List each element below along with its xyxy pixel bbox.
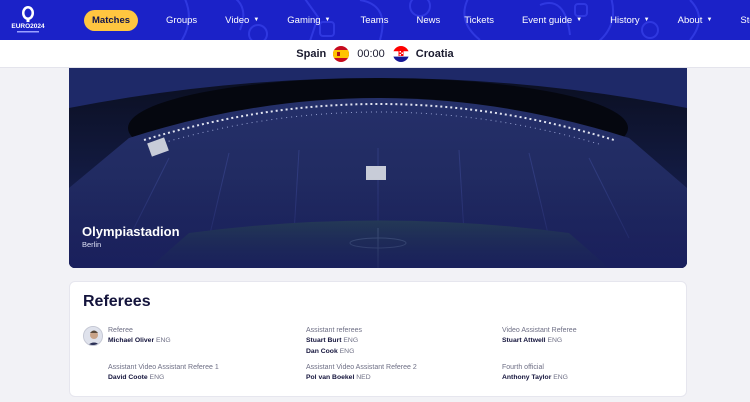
person-nationality: ENG xyxy=(155,337,171,344)
match-time: 00:00 xyxy=(357,48,385,60)
person-nationality: ENG xyxy=(553,374,568,381)
referee-person[interactable]: Michael Oliver ENG xyxy=(108,335,171,346)
nav-item-label: Teams xyxy=(360,14,389,26)
person-name: Michael Oliver xyxy=(108,337,155,344)
person-name: Pol van Boekel xyxy=(306,374,355,381)
chevron-down-icon: ▼ xyxy=(324,17,331,23)
stadium-city: Berlin xyxy=(82,240,102,249)
fourth-official-block: Fourth official Anthony Taylor ENG xyxy=(502,363,568,383)
spain-flag-icon xyxy=(333,46,350,62)
chevron-down-icon: ▼ xyxy=(706,17,713,23)
chevron-down-icon: ▼ xyxy=(253,17,260,23)
home-team-name[interactable]: Spain xyxy=(296,48,326,60)
person-nationality: NED xyxy=(356,374,371,381)
person-nationality: ENG xyxy=(339,348,355,355)
person-name: Stuart Burt xyxy=(306,337,342,344)
nav-item-label: Gaming xyxy=(287,14,321,26)
top-navigation: EURO2024 Matches Groups Video ▼ Gaming ▼ Teams… xyxy=(0,0,750,40)
nav-item-label: Video xyxy=(225,14,250,26)
referee-block: Referee Michael Oliver ENG xyxy=(108,326,171,346)
person-name: Stuart Attwell xyxy=(502,337,546,344)
nav-item-label: Event guide xyxy=(521,14,573,26)
nav-item-event-guide[interactable]: Event guide ▼ xyxy=(522,15,582,26)
logo-text: EURO2024 xyxy=(11,23,45,30)
fourth-official-role: Fourth official xyxy=(502,364,544,371)
nav-item-label: News xyxy=(416,14,441,26)
assistant-referees-block: Assistant referees Stuart Burt ENG Dan C… xyxy=(306,326,362,357)
nav-item-label: Store xyxy=(740,14,750,26)
nav-item-teams[interactable]: Teams xyxy=(360,15,388,26)
avar1-role: Assistant Video Assistant Referee 1 xyxy=(108,364,219,371)
person-nationality: ENG xyxy=(343,337,359,344)
avar1-person[interactable]: David Coote ENG xyxy=(108,372,219,383)
referee-role: Referee xyxy=(108,327,133,334)
main-menu: Matches Groups Video ▼ Gaming ▼ Teams News Ticke… xyxy=(84,0,750,40)
croatia-flag-icon xyxy=(392,46,409,62)
nav-item-label: About xyxy=(677,14,703,26)
match-score-bar: Spain 00:00 Croatia xyxy=(0,40,750,68)
nav-item-label: History xyxy=(610,14,640,26)
referees-card: Referees Referee Michael Oliver ENG Assi… xyxy=(69,281,687,397)
avar2-role: Assistant Video Assistant Referee 2 xyxy=(306,364,417,371)
assistant-referees-role: Assistant referees xyxy=(306,327,363,334)
nav-item-label: Tickets xyxy=(464,14,494,26)
nav-item-about[interactable]: About ▼ xyxy=(678,15,713,26)
nav-item-store[interactable]: Store xyxy=(740,15,750,26)
person-name: Dan Cook xyxy=(306,348,338,355)
avar2-block: Assistant Video Assistant Referee 2 Pol … xyxy=(306,363,417,383)
person-name: David Coote xyxy=(108,374,148,381)
stadium-hero-image: Olympiastadion Berlin xyxy=(69,68,687,268)
assistant-referee-person[interactable]: Stuart Burt ENG xyxy=(306,335,362,346)
nav-item-label: Groups xyxy=(166,14,198,26)
avar2-person[interactable]: Pol van Boekel NED xyxy=(306,372,417,383)
var-role: Video Assistant Referee xyxy=(502,327,577,334)
person-nationality: ENG xyxy=(547,337,563,344)
nav-item-news[interactable]: News xyxy=(416,15,440,26)
person-nationality: ENG xyxy=(149,374,165,381)
fourth-official-person[interactable]: Anthony Taylor ENG xyxy=(502,372,568,383)
referees-heading: Referees xyxy=(83,293,151,310)
stadium-name[interactable]: Olympiastadion xyxy=(82,224,180,239)
nav-item-history[interactable]: History ▼ xyxy=(610,15,650,26)
nav-item-matches[interactable]: Matches xyxy=(84,9,139,31)
away-team-name[interactable]: Croatia xyxy=(416,48,454,60)
nav-item-label: Matches xyxy=(92,14,131,26)
euro2024-logo[interactable]: EURO2024 xyxy=(8,4,48,36)
nav-item-groups[interactable]: Groups xyxy=(166,15,197,26)
avar1-block: Assistant Video Assistant Referee 1 Davi… xyxy=(108,363,219,383)
person-name: Anthony Taylor xyxy=(502,374,552,381)
assistant-referee-person[interactable]: Dan Cook ENG xyxy=(306,346,362,357)
chevron-down-icon: ▼ xyxy=(643,17,650,23)
referee-avatar xyxy=(83,326,103,346)
nav-item-tickets[interactable]: Tickets xyxy=(464,15,494,26)
var-block: Video Assistant Referee Stuart Attwell E… xyxy=(502,326,577,346)
nav-item-video[interactable]: Video ▼ xyxy=(225,15,259,26)
var-person[interactable]: Stuart Attwell ENG xyxy=(502,335,577,346)
chevron-down-icon: ▼ xyxy=(576,17,583,23)
nav-item-gaming[interactable]: Gaming ▼ xyxy=(287,15,330,26)
